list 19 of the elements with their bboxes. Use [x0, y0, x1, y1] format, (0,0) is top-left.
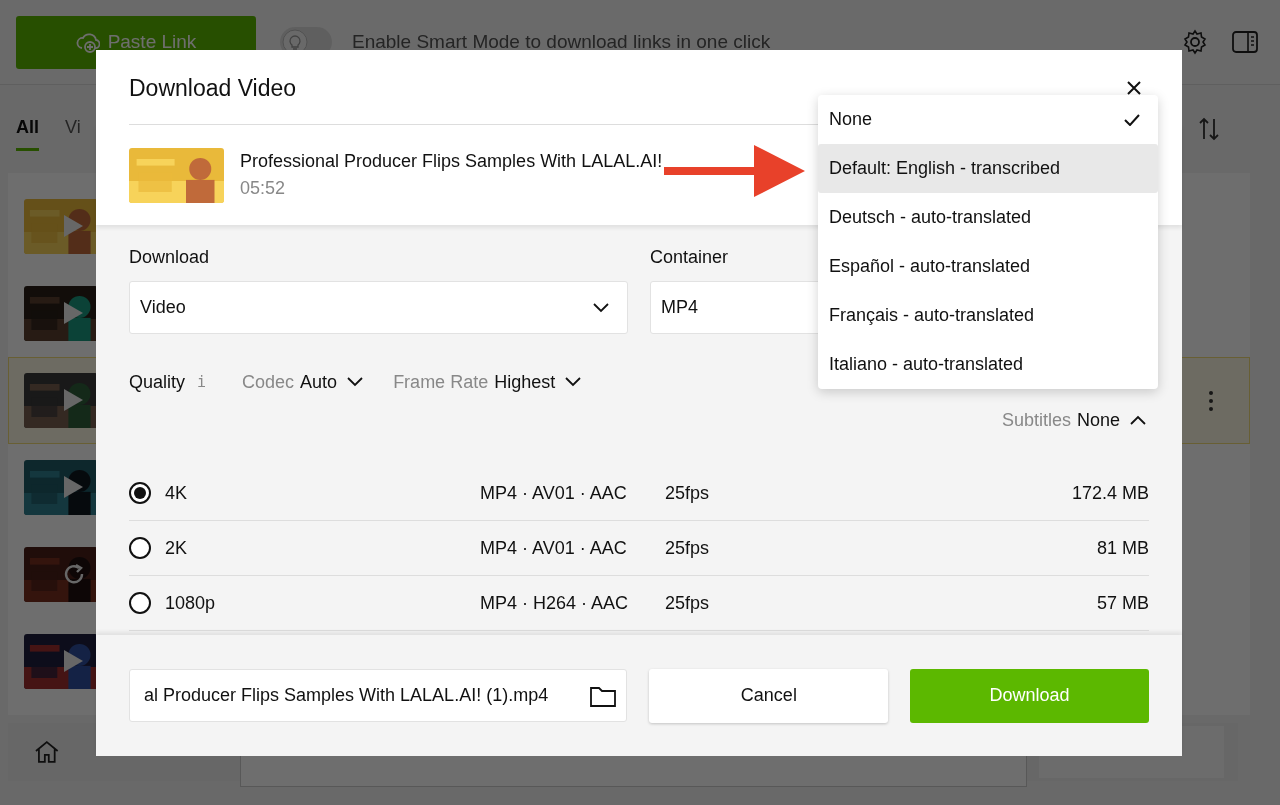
video-duration: 05:52 — [240, 178, 287, 199]
format-text: MP4 · H264 · AAC — [480, 592, 630, 614]
file-size: 172.4 MB — [1071, 482, 1149, 504]
video-title: Professional Producer Flips Samples With LALAL.AI! — [240, 151, 663, 172]
fps-text: 25fps — [665, 592, 711, 614]
smart-mode-label: Enable Smart Mode to download links in one click — [352, 31, 771, 53]
quality-label: Quality — [129, 371, 186, 393]
file-size: 57 MB — [1096, 592, 1149, 614]
quality-name: 1080p — [165, 592, 217, 614]
format-text: MP4 · AV01 · AAC — [480, 482, 628, 504]
field-label: Download — [129, 247, 210, 268]
field-label: Container — [650, 247, 729, 268]
dialog-title: Download Video — [129, 74, 297, 102]
fps-text: 25fps — [665, 482, 711, 504]
format-text: MP4 · AV01 · AAC — [480, 537, 628, 559]
file-size: 81 MB — [1096, 537, 1149, 559]
fps-text: 25fps — [665, 537, 711, 559]
quality-name: 2K — [165, 537, 189, 559]
quality-name: 4K — [165, 482, 189, 504]
